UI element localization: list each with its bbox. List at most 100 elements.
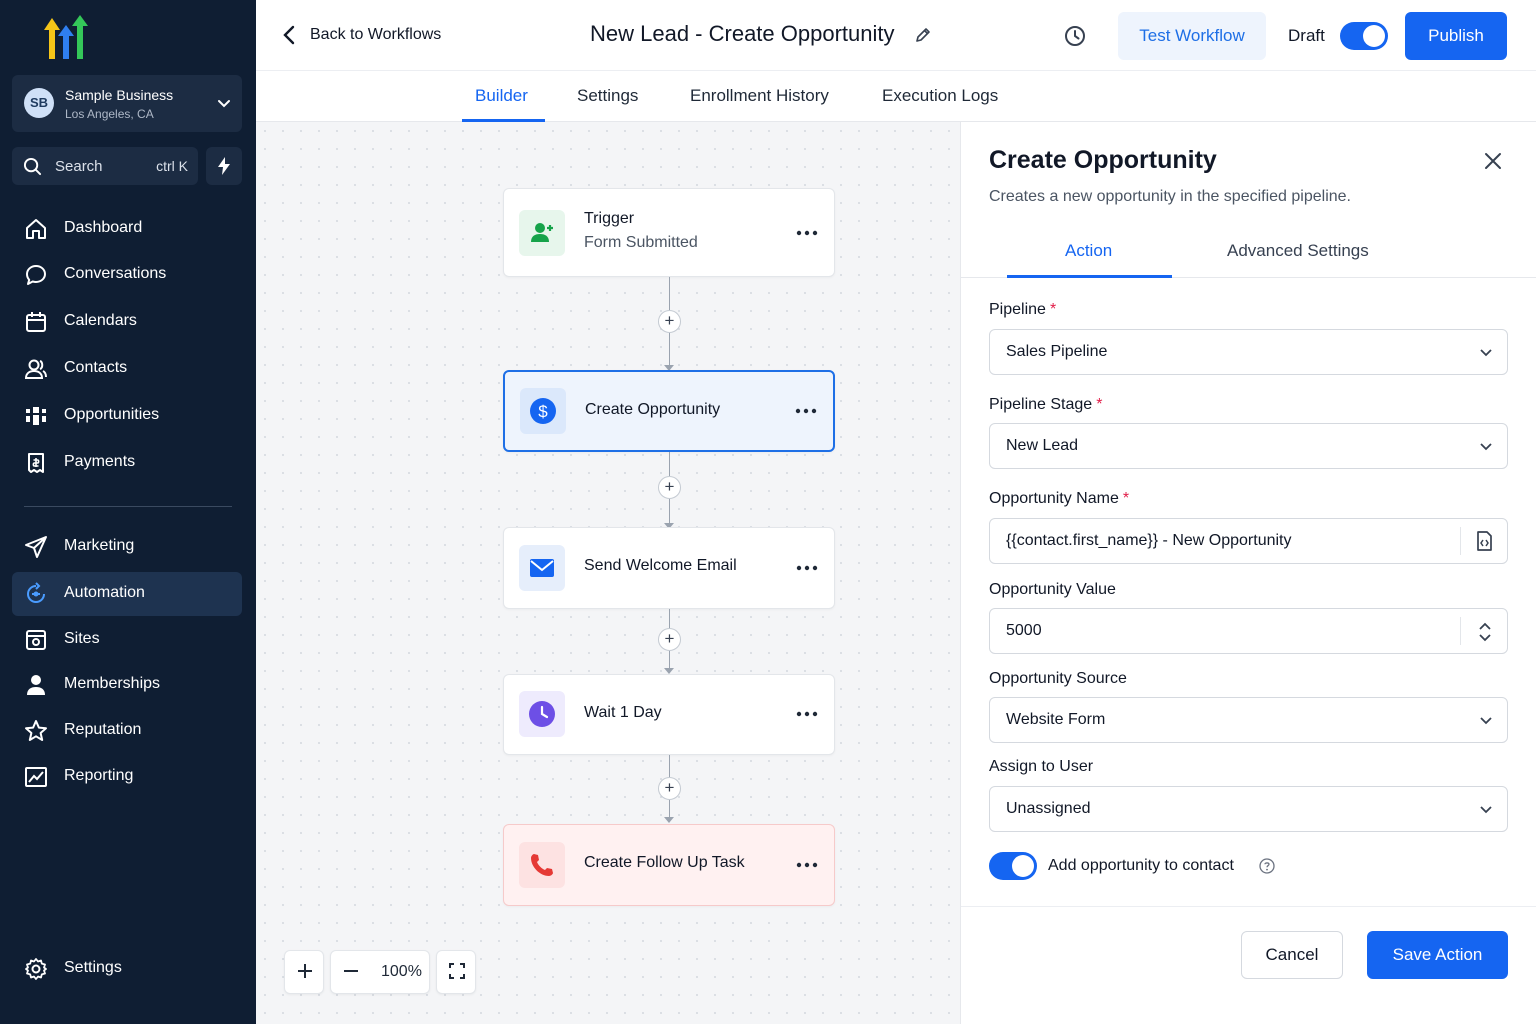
- sidebar-item-label: Settings: [64, 959, 122, 976]
- add-to-contact-toggle[interactable]: [989, 852, 1037, 880]
- gear-icon: [25, 958, 47, 980]
- tab-settings[interactable]: Settings: [577, 86, 638, 106]
- workflow-node-send-email[interactable]: Send Welcome Email: [503, 527, 835, 609]
- search-shortcut: ctrl K: [156, 158, 188, 174]
- chevron-down-icon: [1480, 806, 1492, 814]
- opportunity-value-input[interactable]: 5000: [989, 608, 1508, 654]
- sidebar-item-calendars[interactable]: Calendars: [12, 300, 242, 344]
- send-icon: [25, 536, 47, 558]
- required-marker: *: [1049, 301, 1057, 318]
- history-icon[interactable]: [1063, 24, 1087, 48]
- connector-line: [669, 609, 670, 629]
- chevron-down-icon: [218, 100, 230, 108]
- add-step-button[interactable]: +: [658, 628, 681, 651]
- more-icon[interactable]: [796, 862, 818, 868]
- quick-actions-button[interactable]: [206, 147, 242, 185]
- action-panel: Create Opportunity Creates a new opportu…: [960, 122, 1536, 1024]
- tab-enrollment-history[interactable]: Enrollment History: [690, 86, 829, 106]
- panel-footer-divider: [961, 906, 1536, 907]
- sidebar-item-dashboard[interactable]: Dashboard: [12, 207, 242, 251]
- account-name: Sample Business: [65, 87, 174, 103]
- opportunity-source-value: Website Form: [1006, 711, 1106, 728]
- clock-icon: [529, 701, 555, 727]
- zoom-level: 100%: [381, 963, 422, 980]
- close-icon[interactable]: [1483, 151, 1503, 171]
- minus-icon: [344, 970, 358, 972]
- sidebar-item-memberships[interactable]: Memberships: [12, 663, 242, 707]
- sidebar-item-conversations[interactable]: Conversations: [12, 253, 242, 297]
- pipeline-stage-value: New Lead: [1006, 437, 1079, 454]
- tab-builder[interactable]: Builder: [475, 86, 528, 106]
- fit-view-button[interactable]: [436, 950, 476, 994]
- node-icon-box: [519, 842, 565, 888]
- pencil-icon[interactable]: [914, 26, 932, 44]
- zoom-control[interactable]: 100%: [330, 950, 430, 994]
- more-icon[interactable]: [795, 408, 817, 414]
- connector-line: [669, 333, 670, 366]
- draft-toggle[interactable]: [1340, 22, 1388, 50]
- save-action-button[interactable]: Save Action: [1367, 931, 1508, 979]
- sidebar-item-opportunities[interactable]: Opportunities: [12, 394, 242, 438]
- workflow-node-trigger[interactable]: Trigger Form Submitted: [503, 188, 835, 277]
- sidebar-item-label: Sites: [64, 630, 100, 647]
- calendar-icon: [26, 312, 46, 332]
- node-title: Send Welcome Email: [584, 557, 737, 574]
- sidebar-item-label: Payments: [64, 453, 136, 470]
- workflow-node-follow-up-task[interactable]: Create Follow Up Task: [503, 824, 835, 906]
- node-title: Trigger: [584, 210, 635, 227]
- node-icon-box: [519, 210, 565, 256]
- add-step-button[interactable]: +: [658, 476, 681, 499]
- connector-arrow: [664, 817, 674, 823]
- sidebar-item-marketing[interactable]: Marketing: [12, 525, 242, 569]
- workflow-node-wait[interactable]: Wait 1 Day: [503, 674, 835, 755]
- opportunity-name-input[interactable]: {{contact.first_name}} - New Opportunity: [989, 518, 1508, 564]
- node-icon-box: [519, 545, 565, 591]
- sidebar-item-contacts[interactable]: Contacts: [12, 347, 242, 391]
- back-label: Back to Workflows: [310, 26, 442, 43]
- workflow-canvas[interactable]: Trigger Form Submitted + $ Create Opport…: [256, 122, 960, 1024]
- tab-action[interactable]: Action: [1065, 241, 1112, 261]
- test-workflow-button[interactable]: Test Workflow: [1118, 12, 1266, 60]
- publish-button[interactable]: Publish: [1405, 12, 1507, 60]
- add-step-button[interactable]: +: [658, 777, 681, 800]
- account-switcher[interactable]: SB Sample Business Los Angeles, CA: [12, 75, 242, 132]
- tab-execution-logs[interactable]: Execution Logs: [882, 86, 998, 106]
- zoom-in-button[interactable]: [284, 950, 324, 994]
- brand-logo[interactable]: [38, 12, 94, 62]
- more-icon[interactable]: [796, 565, 818, 571]
- lightning-icon: [218, 157, 230, 175]
- add-step-button[interactable]: +: [658, 310, 681, 333]
- workflow-title: New Lead - Create Opportunity: [590, 21, 895, 46]
- pipeline-select[interactable]: Sales Pipeline: [989, 329, 1508, 375]
- tab-advanced-settings[interactable]: Advanced Settings: [1227, 241, 1369, 261]
- star-icon: [25, 720, 47, 741]
- opportunity-source-select[interactable]: Website Form: [989, 697, 1508, 743]
- connector-line: [669, 499, 670, 524]
- sidebar-item-reporting[interactable]: Reporting: [12, 755, 242, 799]
- more-icon[interactable]: [796, 230, 818, 236]
- pipeline-stage-select[interactable]: New Lead: [989, 423, 1508, 469]
- sidebar-item-reputation[interactable]: Reputation: [12, 709, 242, 753]
- cancel-button[interactable]: Cancel: [1241, 931, 1343, 979]
- stepper-icon[interactable]: [1475, 620, 1495, 644]
- sidebar-item-sites[interactable]: Sites: [12, 618, 242, 662]
- dollar-icon: $: [530, 398, 556, 424]
- assign-user-select[interactable]: Unassigned: [989, 786, 1508, 832]
- sidebar: SB Sample Business Los Angeles, CA Searc…: [0, 0, 256, 1024]
- custom-value-icon[interactable]: [1473, 530, 1495, 552]
- sidebar-item-payments[interactable]: Payments: [12, 441, 242, 485]
- sidebar-item-label: Conversations: [64, 265, 167, 282]
- search-button[interactable]: Search ctrl K: [12, 147, 198, 185]
- sidebar-item-label: Reporting: [64, 767, 134, 784]
- connector-line: [669, 800, 670, 818]
- help-icon[interactable]: [1259, 858, 1275, 874]
- plus-icon: [298, 964, 312, 978]
- workflow-node-create-opportunity[interactable]: $ Create Opportunity: [503, 370, 835, 452]
- sidebar-item-settings[interactable]: Settings: [12, 947, 242, 991]
- connector-line: [669, 755, 670, 777]
- more-icon[interactable]: [796, 711, 818, 717]
- sidebar-item-automation[interactable]: Automation: [12, 572, 242, 616]
- workflow-header: Back to Workflows New Lead - Create Oppo…: [256, 0, 1536, 71]
- sidebar-item-label: Reputation: [64, 721, 142, 738]
- chat-icon: [26, 265, 46, 285]
